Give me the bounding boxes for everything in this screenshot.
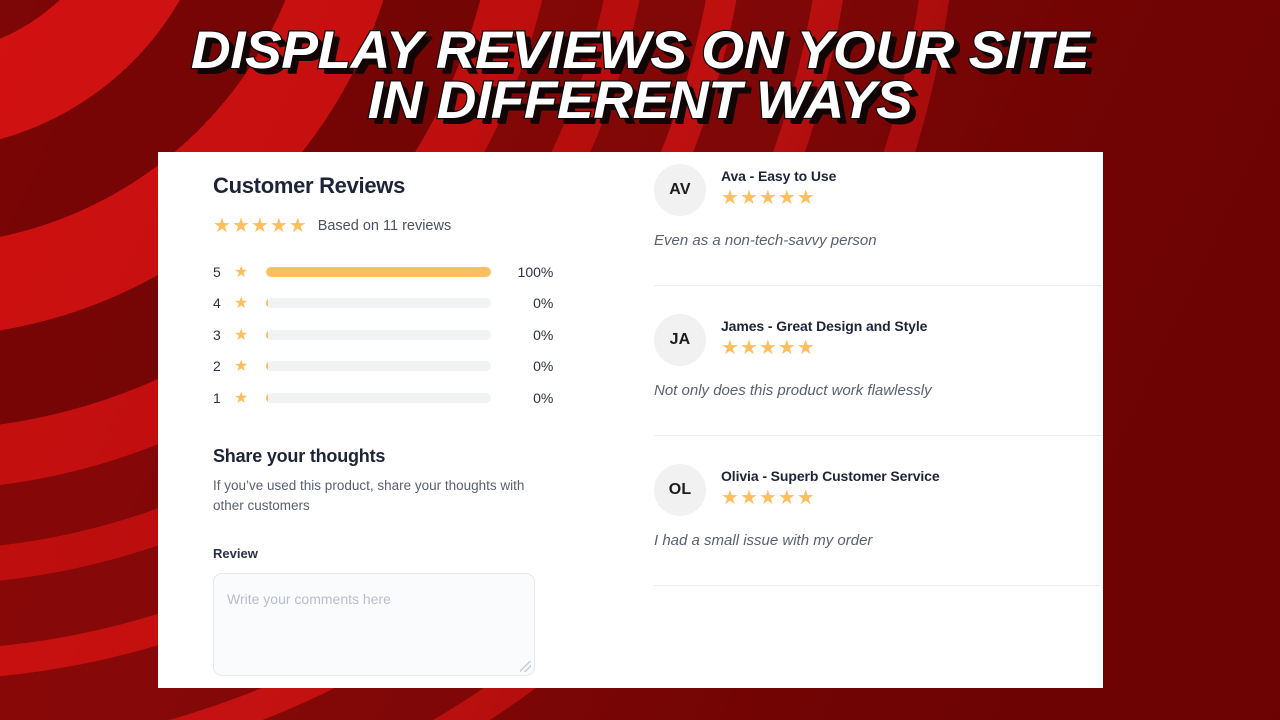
review-divider xyxy=(654,285,1102,286)
rating-bar-track xyxy=(266,329,492,340)
review-divider xyxy=(654,435,1102,436)
rating-bar-label: 5 xyxy=(213,263,221,280)
star-icon: ★ xyxy=(721,487,739,509)
rating-bar-percent: 0% xyxy=(533,326,554,343)
page-headline: DISPLAY REVIEWS ON YOUR SITE IN DIFFEREN… xyxy=(0,21,1280,130)
review-card: AV Ava - Easy to Use ★ ★ ★ ★ ★ Even as a non-te… xyxy=(654,164,1103,286)
rating-bar-row[interactable]: 2 ★ 0% xyxy=(213,351,598,383)
star-icon: ★ xyxy=(234,295,249,313)
star-icon: ★ xyxy=(721,337,739,359)
rating-bar-row[interactable]: 4 ★ 0% xyxy=(213,288,598,320)
review-divider xyxy=(654,585,1102,586)
review-body: Not only does this product work flawless… xyxy=(654,382,932,399)
star-icon: ★ xyxy=(796,187,815,209)
review-meta: Olivia - Superb Customer Service ★ ★ ★ ★ ★ xyxy=(721,464,940,509)
star-icon: ★ xyxy=(796,337,815,359)
star-icon: ★ xyxy=(288,215,307,237)
star-icon: ★ xyxy=(777,187,796,209)
review-rating-stars: ★ ★ ★ ★ ★ xyxy=(721,188,815,208)
rating-bar-track xyxy=(266,298,492,309)
review-meta: James - Great Design and Style ★ ★ ★ ★ ★ xyxy=(721,314,927,359)
rating-bar-track xyxy=(266,361,492,372)
review-header: AV Ava - Easy to Use ★ ★ ★ ★ ★ xyxy=(654,164,1103,216)
review-body: I had a small issue with my order xyxy=(654,532,873,549)
rating-bar-percent: 100% xyxy=(517,263,554,280)
review-title: James - Great Design and Style xyxy=(721,318,928,334)
review-rating-stars: ★ ★ ★ ★ ★ xyxy=(721,488,815,508)
rating-bar-fill xyxy=(266,329,269,340)
headline-line-1: DISPLAY REVIEWS ON YOUR SITE xyxy=(190,21,1091,80)
star-icon: ★ xyxy=(739,487,758,509)
review-count-label: Based on 11 reviews xyxy=(317,218,452,234)
star-icon: ★ xyxy=(758,337,777,359)
review-input[interactable]: Write your comments here xyxy=(213,572,535,676)
star-icon: ★ xyxy=(758,487,777,509)
reviews-widget-panel: Customer Reviews ★ ★ ★ ★ ★ Based on 11 revie… xyxy=(158,152,1103,688)
rating-bar-label: 3 xyxy=(213,326,221,343)
rating-bar-percent: 0% xyxy=(533,358,554,375)
rating-bar-track xyxy=(266,392,492,403)
rating-bar-fill xyxy=(266,392,269,403)
review-title: Ava - Easy to Use xyxy=(721,168,837,184)
avatar: JA xyxy=(654,314,706,366)
rating-bar-label: 1 xyxy=(213,389,221,406)
review-input-placeholder: Write your comments here xyxy=(227,590,391,607)
promo-banner-screenshot: DISPLAY REVIEWS ON YOUR SITE IN DIFFEREN… xyxy=(0,0,1280,720)
rating-bar-row[interactable]: 5 ★ 100% xyxy=(213,256,598,288)
review-card: OL Olivia - Superb Customer Service ★ ★ ★ ★ ★ I… xyxy=(654,464,1103,586)
rating-bar-label: 2 xyxy=(213,358,221,375)
star-icon: ★ xyxy=(758,187,777,209)
average-rating-row: ★ ★ ★ ★ ★ Based on 11 reviews xyxy=(213,216,598,236)
star-icon: ★ xyxy=(796,487,815,509)
star-icon: ★ xyxy=(721,187,739,209)
resize-handle-icon[interactable] xyxy=(520,660,531,672)
star-icon: ★ xyxy=(234,389,249,407)
page-title: Customer Reviews xyxy=(213,173,406,198)
review-header: OL Olivia - Superb Customer Service ★ ★ ★ ★ ★ xyxy=(654,464,1103,516)
rating-bar-percent: 0% xyxy=(533,295,554,312)
average-rating-stars: ★ ★ ★ ★ ★ xyxy=(213,216,307,236)
rating-bar-fill xyxy=(266,298,269,309)
rating-bar-track xyxy=(266,266,492,277)
rating-bar-fill xyxy=(266,361,269,372)
star-icon: ★ xyxy=(234,263,249,281)
share-thoughts-section: Share your thoughts If you’ve used this … xyxy=(213,446,598,676)
avatar: AV xyxy=(654,164,706,216)
review-header: JA James - Great Design and Style ★ ★ ★ ★ ★ xyxy=(654,314,1103,366)
star-icon: ★ xyxy=(213,215,231,237)
star-icon: ★ xyxy=(777,337,796,359)
star-icon: ★ xyxy=(234,326,249,344)
reviews-list-column: AV Ava - Easy to Use ★ ★ ★ ★ ★ Even as a non-te… xyxy=(598,152,1103,688)
star-icon: ★ xyxy=(739,187,758,209)
star-icon: ★ xyxy=(739,337,758,359)
share-thoughts-title: Share your thoughts xyxy=(213,445,386,466)
rating-bar-row[interactable]: 3 ★ 0% xyxy=(213,319,598,351)
rating-bar-row[interactable]: 1 ★ 0% xyxy=(213,382,598,414)
rating-bar-percent: 0% xyxy=(533,389,554,406)
headline-line-2: IN DIFFERENT WAYS xyxy=(366,71,914,130)
star-icon: ★ xyxy=(231,215,250,237)
reviews-summary-column: Customer Reviews ★ ★ ★ ★ ★ Based on 11 revie… xyxy=(158,152,598,688)
review-card: JA James - Great Design and Style ★ ★ ★ ★ ★ Not… xyxy=(654,314,1103,436)
review-meta: Ava - Easy to Use ★ ★ ★ ★ ★ xyxy=(721,164,836,209)
star-icon: ★ xyxy=(250,215,269,237)
share-thoughts-subtitle: If you’ve used this product, share your … xyxy=(213,477,525,513)
review-title: Olivia - Superb Customer Service xyxy=(721,468,940,484)
rating-bar-label: 4 xyxy=(213,295,221,312)
review-rating-stars: ★ ★ ★ ★ ★ xyxy=(721,338,815,358)
rating-bar-fill xyxy=(266,266,492,277)
star-icon: ★ xyxy=(234,358,249,376)
rating-distribution: 5 ★ 100% 4 ★ 0% 3 ★ 0% 2 ★ 0% 1 ★ 0% xyxy=(213,256,598,414)
star-icon: ★ xyxy=(777,487,796,509)
avatar: OL xyxy=(654,464,706,516)
review-field-label: Review xyxy=(213,545,258,561)
star-icon: ★ xyxy=(269,215,288,237)
review-body: Even as a non-tech-savvy person xyxy=(654,232,877,249)
